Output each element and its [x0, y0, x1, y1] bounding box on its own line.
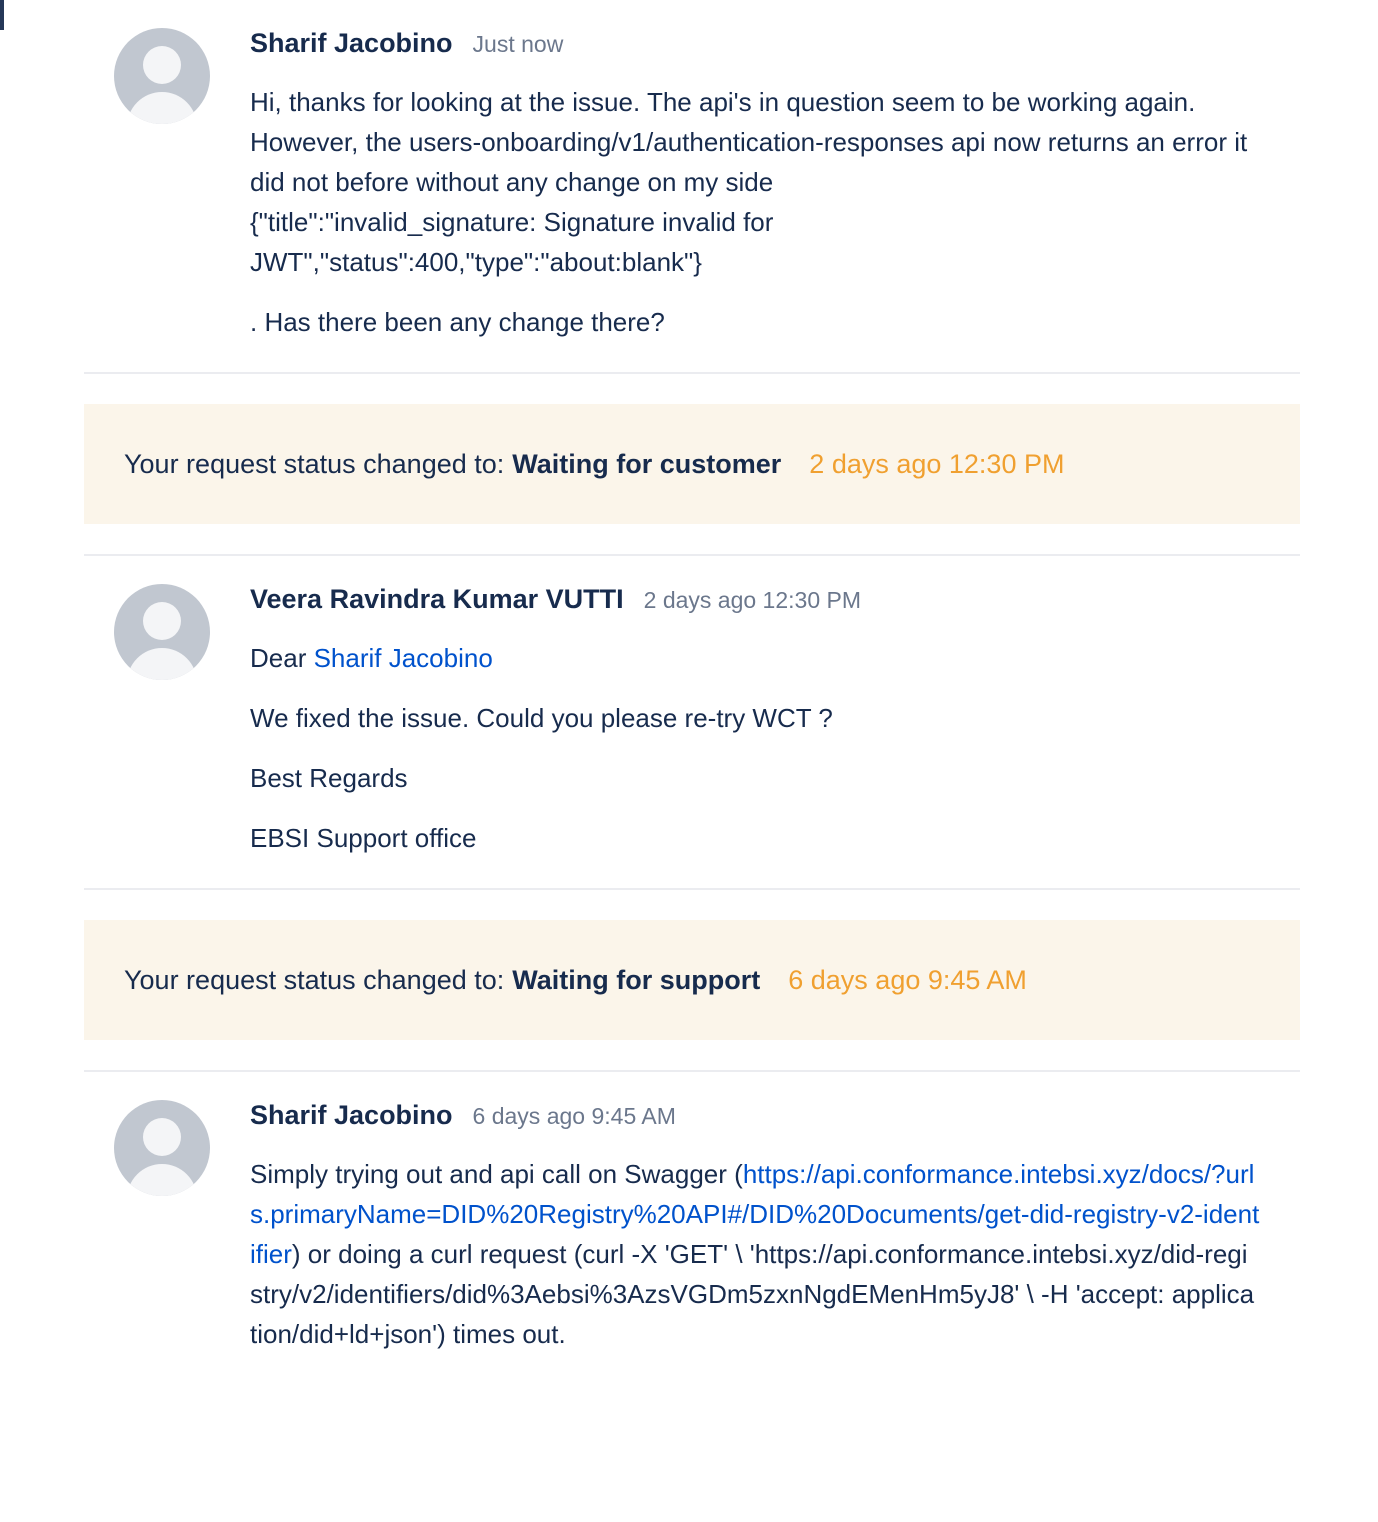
status-value: Waiting for customer [512, 448, 782, 479]
comment-author: Veera Ravindra Kumar VUTTI [250, 584, 624, 614]
status-label: Your request status changed to: [124, 964, 505, 995]
comment: Sharif Jacobino Just now Hi, thanks for … [84, 0, 1300, 374]
avatar-head-icon [143, 46, 181, 84]
comment-text-before: Simply trying out and api call on Swagge… [250, 1159, 743, 1189]
comment-time: Just now [472, 31, 564, 57]
comment-author: Sharif Jacobino [250, 1100, 453, 1130]
comment: Sharif Jacobino 6 days ago 9:45 AM Simpl… [84, 1072, 1300, 1384]
comment-text: Simply trying out and api call on Swagge… [250, 1154, 1260, 1354]
avatar-body-icon [127, 92, 197, 124]
comment-greeting: Dear Sharif Jacobino [250, 638, 1260, 678]
divider [84, 524, 1300, 556]
avatar-body-icon [127, 1164, 197, 1196]
status-time: 6 days ago 9:45 AM [788, 964, 1027, 995]
status-change-banner: Your request status changed to: Waiting … [84, 404, 1300, 524]
comment-author: Sharif Jacobino [250, 28, 453, 58]
status-value: Waiting for support [512, 964, 761, 995]
avatar-body-icon [127, 648, 197, 680]
comment-text: EBSI Support office [250, 823, 477, 853]
divider [84, 1040, 1300, 1072]
status-label: Your request status changed to: [124, 448, 505, 479]
avatar [114, 584, 210, 680]
user-mention-link[interactable]: Sharif Jacobino [314, 643, 493, 673]
comment-time: 6 days ago 9:45 AM [472, 1103, 676, 1129]
comment-text: Hi, thanks for looking at the issue. The… [250, 87, 1196, 117]
comment-time: 2 days ago 12:30 PM [643, 587, 862, 613]
avatar-head-icon [143, 602, 181, 640]
comment-text: We fixed the issue. Could you please re-… [250, 703, 833, 733]
avatar [114, 28, 210, 124]
window-edge [0, 0, 4, 30]
status-change-banner: Your request status changed to: Waiting … [84, 920, 1300, 1040]
comment: Veera Ravindra Kumar VUTTI 2 days ago 12… [84, 556, 1300, 890]
comment-text-after: ) or doing a curl request (curl -X 'GET'… [250, 1239, 1255, 1349]
activity-feed: Sharif Jacobino Just now Hi, thanks for … [84, 0, 1300, 1384]
comment-text: Best Regards [250, 763, 408, 793]
comment-text: However, the users-onboarding/v1/authent… [250, 127, 1248, 197]
status-time: 2 days ago 12:30 PM [809, 448, 1065, 479]
avatar [114, 1100, 210, 1196]
greeting-text: Dear [250, 643, 314, 673]
comment-text: . Has there been any change there? [250, 307, 665, 337]
avatar-head-icon [143, 1118, 181, 1156]
comment-code: {"title":"invalid_signature: Signature i… [250, 207, 774, 277]
